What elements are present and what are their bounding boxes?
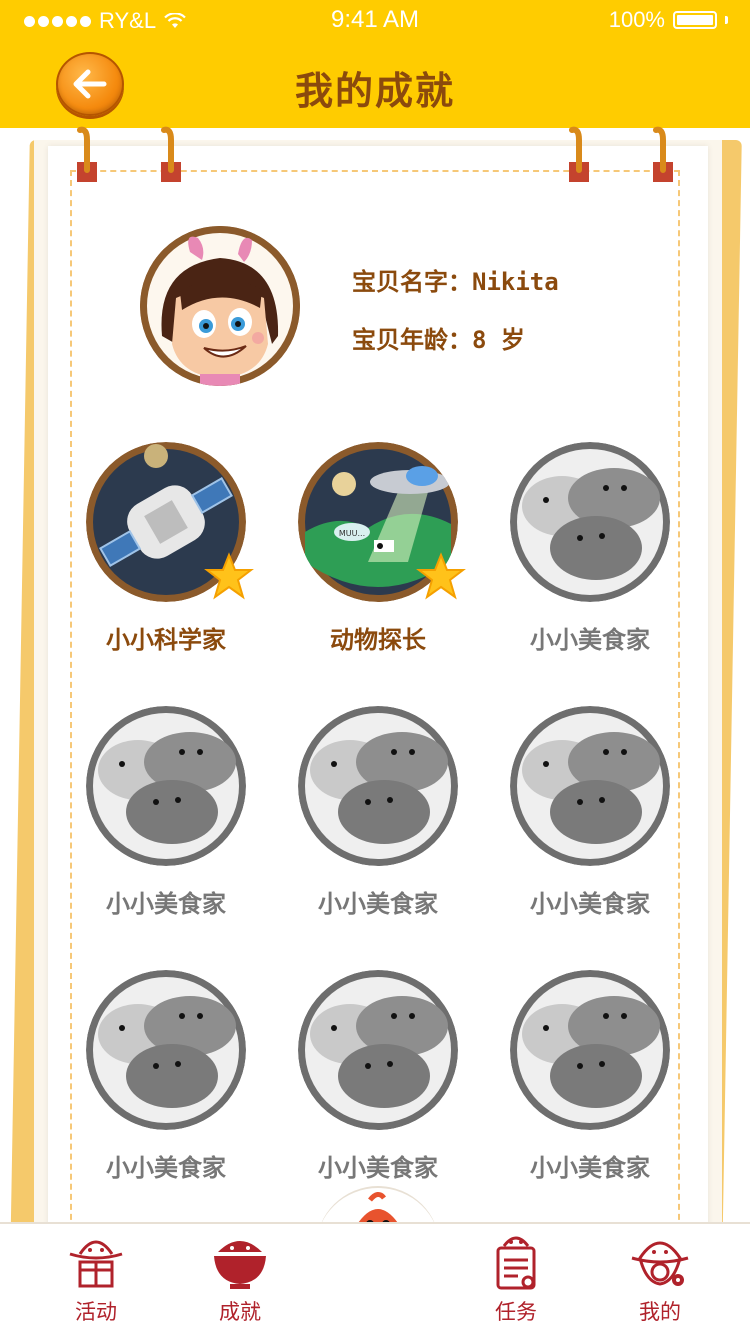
- tab-tasks[interactable]: 任务: [456, 1224, 576, 1336]
- star-icon: [416, 552, 466, 602]
- profile-age-row: 宝贝年龄：8 岁: [352, 320, 525, 355]
- header: RY&L 9:41 AM 100% 我的成就: [0, 0, 750, 128]
- age-unit: 岁: [500, 326, 525, 354]
- tab-label: 活动: [75, 1300, 117, 1324]
- star-icon: [204, 552, 254, 602]
- binder-ring-icon: [653, 126, 673, 182]
- tab-mine[interactable]: 我的: [600, 1224, 720, 1336]
- chicks-icon: [298, 970, 458, 1130]
- badge-label: 小小美食家: [530, 1154, 650, 1182]
- badge-item[interactable]: 小小美食家: [66, 706, 278, 946]
- tab-achievements[interactable]: 成就: [180, 1224, 300, 1336]
- badge-label: 小小科学家: [106, 626, 226, 654]
- tab-label: 成就: [219, 1300, 261, 1324]
- battery-tip: [725, 16, 728, 24]
- badge-label: 小小美食家: [530, 626, 650, 654]
- badge-item[interactable]: 小小科学家: [66, 442, 278, 682]
- gift-bird-icon: [69, 1240, 123, 1288]
- girl-avatar-icon: [140, 226, 300, 386]
- status-bar: RY&L 9:41 AM 100%: [0, 0, 750, 40]
- svg-text:MUU...: MUU...: [339, 529, 365, 538]
- age-label: 宝贝年龄：: [352, 326, 472, 354]
- tab-bar: 活动 成就 任务 我的: [0, 1222, 750, 1336]
- binder-ring-icon: [77, 126, 97, 182]
- battery-icon: [673, 11, 717, 29]
- bowl-bird-icon: [214, 1241, 266, 1289]
- badge-label: 动物探长: [330, 626, 426, 654]
- badge-item[interactable]: 小小美食家: [490, 970, 702, 1210]
- name-label: 宝贝名字：: [352, 268, 472, 296]
- badge-item[interactable]: 小小美食家: [278, 706, 490, 946]
- binder-ring-icon: [569, 126, 589, 182]
- badge-label: 小小美食家: [318, 890, 438, 918]
- tab-activity[interactable]: 活动: [36, 1224, 156, 1336]
- profile-name-row: 宝贝名字：Nikita: [352, 262, 559, 297]
- chicks-icon: [298, 706, 458, 866]
- child-age: 8: [472, 326, 487, 354]
- chicks-icon: [86, 706, 246, 866]
- chicks-icon: [86, 970, 246, 1130]
- badge-label: 小小美食家: [106, 890, 226, 918]
- task-list-icon: [496, 1236, 536, 1290]
- chicks-icon: [510, 442, 670, 602]
- tab-label: 任务: [495, 1300, 537, 1324]
- badge-item[interactable]: 小小美食家: [66, 970, 278, 1210]
- child-name: Nikita: [472, 268, 559, 296]
- status-right: 100%: [609, 7, 728, 33]
- chicks-icon: [510, 706, 670, 866]
- binder-ring-icon: [161, 126, 181, 182]
- badge-item[interactable]: 小小美食家: [490, 706, 702, 946]
- badge-item[interactable]: 小小美食家: [278, 970, 490, 1210]
- badge-label: 小小美食家: [530, 890, 650, 918]
- settings-bird-icon: [631, 1241, 689, 1286]
- badge-label: 小小美食家: [106, 1154, 226, 1182]
- badge-item[interactable]: MUU... 动物探长: [278, 442, 490, 682]
- battery-percent: 100%: [608, 7, 665, 32]
- badge-label: 小小美食家: [318, 1154, 438, 1182]
- page-title: 我的成就: [294, 69, 455, 113]
- chicks-icon: [510, 970, 670, 1130]
- badge-item[interactable]: 小小美食家: [490, 442, 702, 682]
- tab-label: 我的: [639, 1300, 681, 1324]
- avatar[interactable]: [140, 226, 300, 386]
